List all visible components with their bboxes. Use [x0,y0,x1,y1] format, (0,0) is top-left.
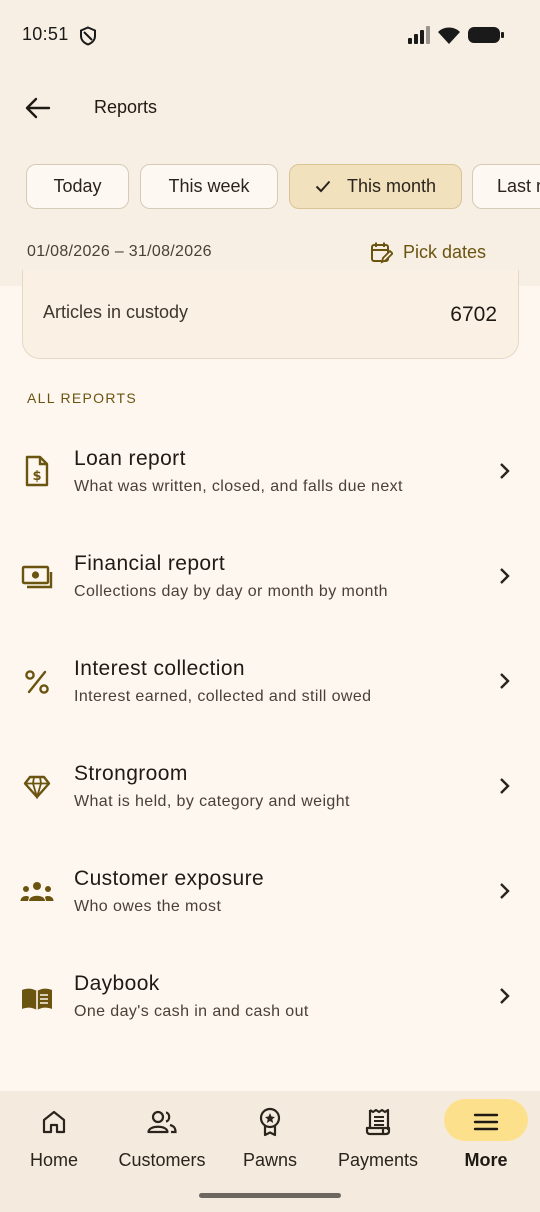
calendar-edit-icon [371,242,393,264]
report-item-financial[interactable]: Financial report Collections day by day … [0,525,540,630]
back-button[interactable] [20,90,56,126]
check-icon [315,180,331,193]
chip-label: This month [346,176,437,196]
report-subtitle: What was written, closed, and falls due … [74,478,403,495]
chip-label: Last m [497,176,540,196]
date-range: 01/08/2026 – 31/08/2026 [27,243,212,260]
arrow-left-icon [25,97,51,119]
report-item-customer-exposure[interactable]: Customer exposure Who owes the most [0,840,540,945]
nav-item-home[interactable]: Home [0,1091,108,1191]
receipt-icon [363,1107,393,1137]
report-subtitle: What is held, by category and weight [74,793,350,810]
report-subtitle: Collections day by day or month by month [74,583,388,600]
chevron-right-icon [494,671,514,691]
report-title: Strongroom [74,762,188,785]
report-title: Financial report [74,552,226,575]
nav-item-pawns[interactable]: Pawns [216,1091,324,1191]
report-title: Interest collection [74,657,246,680]
status-bar: 10:51 [0,0,540,70]
nav-label: More [464,1150,508,1170]
period-chips: Today This week This month Last m [26,164,540,209]
chip-last-month[interactable]: Last m [472,164,540,209]
chip-label: Today [53,176,102,196]
menu-icon [471,1107,501,1137]
customers-icon [147,1107,177,1137]
percent-icon [20,665,54,699]
group-icon [20,875,54,909]
chip-label: This week [168,176,250,196]
cash-icon [20,560,54,594]
chevron-right-icon [494,461,514,481]
section-header: ALL REPORTS [27,390,138,406]
nav-label: Pawns [242,1150,298,1170]
report-title: Loan report [74,447,186,470]
battery-icon [468,27,504,43]
summary-card: Articles in custody 6702 [22,270,519,359]
summary-card-label: Articles in custody [43,302,189,322]
page-title: Reports [94,97,158,117]
shield-icon [80,26,96,46]
report-subtitle: Who owes the most [74,898,222,915]
report-item-strongroom[interactable]: Strongroom What is held, by category and… [0,735,540,840]
pawn-badge-icon [255,1107,285,1137]
pick-dates-button[interactable]: Pick dates [370,241,486,264]
chip-this-week[interactable]: This week [140,164,278,209]
nav-item-more[interactable]: More [432,1091,540,1191]
wifi-icon [438,27,460,44]
nav-item-customers[interactable]: Customers [108,1091,216,1191]
chevron-right-icon [494,986,514,1006]
status-time: 10:51 [22,24,69,44]
svg-text:$: $ [32,469,41,484]
nav-label: Payments [337,1150,419,1170]
chevron-right-icon [494,776,514,796]
chevron-right-icon [494,566,514,586]
nav-label: Home [29,1150,78,1170]
loan-document-icon: $ [20,454,54,488]
home-indicator[interactable] [199,1193,341,1198]
report-item-interest[interactable]: Interest collection Interest earned, col… [0,630,540,735]
signal-icon [408,26,430,44]
chip-today[interactable]: Today [26,164,129,209]
report-title: Daybook [74,972,160,995]
nav-item-payments[interactable]: Payments [324,1091,432,1191]
report-item-daybook[interactable]: Daybook One day's cash in and cash out [0,945,540,1050]
book-icon [20,982,54,1016]
chip-this-month[interactable]: This month [289,164,462,209]
pick-dates-label: Pick dates [403,242,487,262]
nav-label: Customers [118,1150,206,1170]
report-subtitle: Interest earned, collected and still owe… [74,688,372,705]
diamond-icon [20,770,54,804]
report-item-loan[interactable]: $ Loan report What was written, closed, … [0,420,540,525]
report-title: Customer exposure [74,867,265,890]
report-subtitle: One day's cash in and cash out [74,1003,309,1020]
chevron-right-icon [494,881,514,901]
summary-card-value: 6702 [450,303,497,326]
home-icon [39,1107,69,1137]
